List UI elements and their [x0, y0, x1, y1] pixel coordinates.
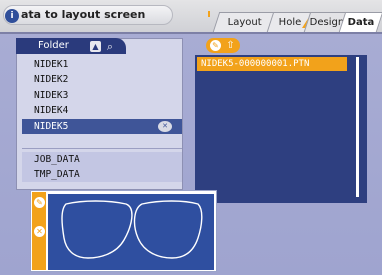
- back-icon[interactable]: i: [5, 9, 19, 23]
- folder-item-nidek1[interactable]: NIDEK1: [22, 57, 182, 72]
- tab-indicator-mark: [208, 11, 210, 17]
- tab-layout-label: Layout: [227, 17, 262, 28]
- upload-file-icon[interactable]: ⇧: [225, 40, 236, 51]
- file-list-panel: [195, 55, 367, 203]
- tab-hole-label: Hole: [278, 17, 301, 28]
- back-to-layout-label: ata to layout screen: [21, 8, 146, 21]
- right-lens-outline: [133, 200, 203, 259]
- folder-item-nidek3[interactable]: NIDEK3: [22, 88, 182, 103]
- folder-divider: [22, 148, 182, 149]
- file-item-selected[interactable]: NIDEK5-000000001.PTN: [197, 57, 347, 71]
- folder-search-icon[interactable]: ⌕: [103, 40, 117, 53]
- tab-data[interactable]: Data: [338, 12, 382, 32]
- folder-up-icon[interactable]: ▲: [90, 41, 101, 52]
- file-list-scrollbar[interactable]: [356, 57, 359, 197]
- folder-item-nidek2[interactable]: NIDEK2: [22, 72, 182, 87]
- folder-title: Folder: [38, 40, 69, 51]
- tab-data-label: Data: [347, 17, 374, 28]
- left-lens-outline: [61, 200, 133, 259]
- folder-group-tmp-data[interactable]: TMP_DATA: [22, 167, 182, 182]
- folder-item-nidek4[interactable]: NIDEK4: [22, 103, 182, 118]
- lens-shape-preview: [48, 194, 214, 270]
- preview-edit-icon[interactable]: ✎: [34, 197, 45, 208]
- folder-delete-icon[interactable]: ✕: [158, 121, 172, 132]
- edit-file-icon[interactable]: ✎: [210, 40, 221, 51]
- preview-delete-icon[interactable]: ✕: [34, 226, 45, 237]
- folder-group-job-data[interactable]: JOB_DATA: [22, 152, 182, 167]
- tab-baseline: [0, 32, 382, 34]
